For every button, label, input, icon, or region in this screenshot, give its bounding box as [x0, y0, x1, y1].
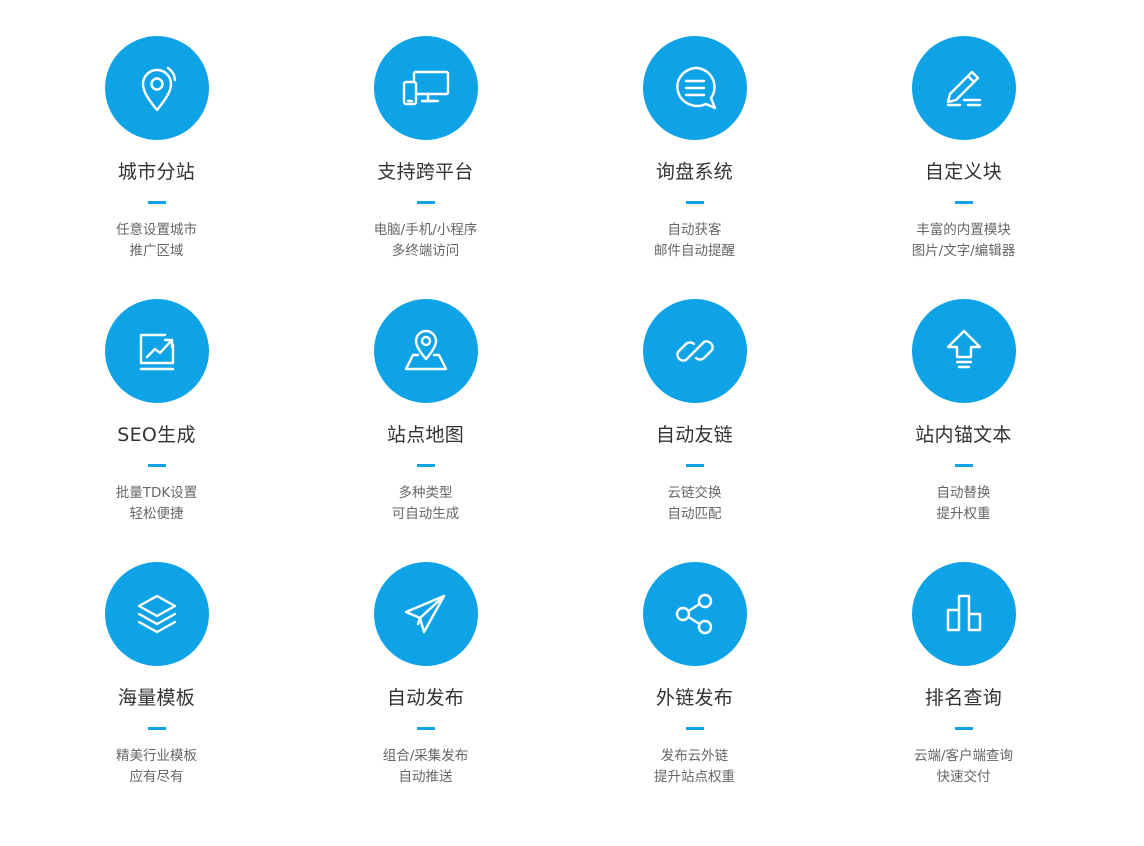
- description-line: 自动替换: [936, 485, 991, 501]
- description-line: 推广区域: [129, 243, 184, 259]
- feature-title: 自动发布: [386, 687, 465, 709]
- title-underline: [954, 201, 973, 204]
- feature-title: 外链发布: [655, 687, 734, 709]
- description-line: 多终端访问: [391, 243, 460, 259]
- title-underline: [685, 727, 704, 730]
- feature-title: SEO生成: [117, 424, 196, 446]
- icon-circle: [373, 299, 478, 403]
- description-line: 轻松便捷: [129, 506, 184, 522]
- description-line: 提升站点权重: [654, 769, 735, 785]
- share-icon: [675, 593, 712, 635]
- title-underline: [147, 201, 166, 204]
- trend-chart-icon: [139, 333, 174, 371]
- bar-chart-icon: [946, 594, 981, 632]
- feature-title: 自定义块: [924, 161, 1003, 183]
- feature-card-external-links[interactable]: 外链发布 发布云外链 提升站点权重: [560, 562, 829, 825]
- pencil-icon: [946, 70, 981, 107]
- feature-grid: 城市分站 任意设置城市 推广区域 支持跨平台 电脑/手机/小程序 多终端访问 询…: [22, 36, 1098, 825]
- title-underline: [954, 727, 973, 730]
- feature-title: 自动友链: [655, 424, 734, 446]
- icon-circle: [911, 36, 1016, 140]
- title-underline: [147, 464, 166, 467]
- feature-description: 自动获客 邮件自动提醒: [654, 220, 735, 262]
- map-pin-icon: [141, 66, 176, 112]
- feature-card-city-sites[interactable]: 城市分站 任意设置城市 推广区域: [22, 36, 291, 299]
- map-location-icon: [404, 329, 447, 371]
- icon-circle: [911, 299, 1016, 403]
- icon-circle: [642, 562, 747, 666]
- feature-description: 组合/采集发布 自动推送: [383, 746, 469, 788]
- feature-title: 站内锚文本: [915, 424, 1012, 446]
- feature-description: 自动替换 提升权重: [937, 483, 991, 525]
- title-underline: [416, 201, 435, 204]
- icon-circle: [642, 36, 747, 140]
- feature-title: 支持跨平台: [377, 161, 474, 183]
- title-underline: [685, 464, 704, 467]
- title-underline: [685, 201, 704, 204]
- feature-card-sitemap[interactable]: 站点地图 多种类型 可自动生成: [291, 299, 560, 562]
- icon-circle: [373, 36, 478, 140]
- feature-title: 站点地图: [386, 424, 465, 446]
- description-line: 云链交换: [667, 485, 722, 501]
- feature-description: 云链交换 自动匹配: [668, 483, 722, 525]
- icon-circle: [642, 299, 747, 403]
- feature-description: 丰富的内置模块 图片/文字/编辑器: [912, 220, 1016, 262]
- link-icon: [675, 340, 714, 362]
- description-line: 多种类型: [398, 485, 453, 501]
- paper-plane-icon: [404, 594, 445, 634]
- chat-bubble-icon: [675, 66, 716, 110]
- feature-description: 发布云外链 提升站点权重: [654, 746, 735, 788]
- feature-card-seo[interactable]: SEO生成 批量TDK设置 轻松便捷: [22, 299, 291, 562]
- description-line: 组合/采集发布: [382, 748, 469, 764]
- feature-description: 批量TDK设置 轻松便捷: [116, 483, 198, 525]
- description-line: 自动匹配: [667, 506, 722, 522]
- description-line: 应有尽有: [129, 769, 184, 785]
- description-line: 自动推送: [398, 769, 453, 785]
- description-line: 快速交付: [936, 769, 991, 785]
- feature-description: 多种类型 可自动生成: [392, 483, 460, 525]
- title-underline: [416, 727, 435, 730]
- description-line: 提升权重: [936, 506, 991, 522]
- description-line: 批量TDK设置: [115, 485, 198, 501]
- description-line: 邮件自动提醒: [654, 243, 735, 259]
- feature-description: 任意设置城市 推广区域: [116, 220, 197, 262]
- layers-icon: [137, 594, 176, 634]
- description-line: 精美行业模板: [116, 748, 197, 764]
- feature-card-cross-platform[interactable]: 支持跨平台 电脑/手机/小程序 多终端访问: [291, 36, 560, 299]
- feature-card-auto-friend-links[interactable]: 自动友链 云链交换 自动匹配: [560, 299, 829, 562]
- feature-title: 询盘系统: [655, 161, 734, 183]
- description-line: 云端/客户端查询: [913, 748, 1014, 764]
- feature-card-inquiry-system[interactable]: 询盘系统 自动获客 邮件自动提醒: [560, 36, 829, 299]
- upload-arrow-icon: [946, 329, 981, 369]
- description-line: 任意设置城市: [116, 222, 197, 238]
- title-underline: [147, 727, 166, 730]
- feature-description: 电脑/手机/小程序 多终端访问: [374, 220, 478, 262]
- devices-icon: [402, 70, 449, 106]
- icon-circle: [104, 299, 209, 403]
- title-underline: [416, 464, 435, 467]
- feature-card-anchor-text[interactable]: 站内锚文本 自动替换 提升权重: [829, 299, 1098, 562]
- feature-card-auto-publish[interactable]: 自动发布 组合/采集发布 自动推送: [291, 562, 560, 825]
- description-line: 电脑/手机/小程序: [373, 222, 478, 238]
- feature-title: 排名查询: [924, 687, 1003, 709]
- feature-card-custom-block[interactable]: 自定义块 丰富的内置模块 图片/文字/编辑器: [829, 36, 1098, 299]
- icon-circle: [373, 562, 478, 666]
- description-line: 图片/文字/编辑器: [911, 243, 1016, 259]
- feature-title: 海量模板: [117, 687, 196, 709]
- description-line: 自动获客: [667, 222, 722, 238]
- feature-card-templates[interactable]: 海量模板 精美行业模板 应有尽有: [22, 562, 291, 825]
- description-line: 丰富的内置模块: [916, 222, 1011, 238]
- description-line: 可自动生成: [391, 506, 460, 522]
- feature-description: 云端/客户端查询 快速交付: [914, 746, 1013, 788]
- title-underline: [954, 464, 973, 467]
- feature-title: 城市分站: [117, 161, 196, 183]
- feature-description: 精美行业模板 应有尽有: [116, 746, 197, 788]
- description-line: 发布云外链: [660, 748, 729, 764]
- icon-circle: [104, 562, 209, 666]
- feature-card-ranking-query[interactable]: 排名查询 云端/客户端查询 快速交付: [829, 562, 1098, 825]
- icon-circle: [911, 562, 1016, 666]
- icon-circle: [104, 36, 209, 140]
